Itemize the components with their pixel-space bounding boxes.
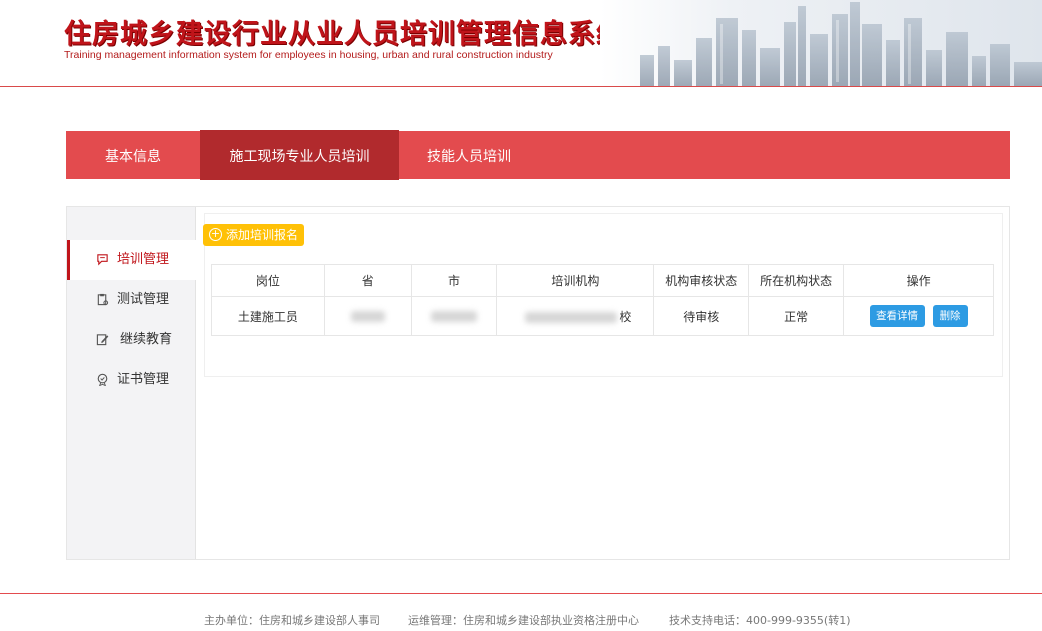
add-training-registration-button[interactable]: + 添加培训报名 (203, 224, 304, 246)
main-tab-bar: 基本信息 施工现场专业人员培训 技能人员培训 (66, 130, 1010, 180)
cell-audit-status: 待审核 (653, 296, 750, 336)
clipboard-icon (97, 293, 109, 306)
sidebar-item-label: 培训管理 (117, 252, 170, 267)
cell-institution: 校 (496, 296, 655, 336)
training-table: 岗位 省 市 培训机构 机构审核状态 所在机构状态 操作 土建施工员 校 待审核… (211, 264, 994, 336)
sidebar-item-certificate-management[interactable]: 证书管理 (67, 360, 196, 400)
sidebar-item-label: 继续教育 (120, 332, 173, 347)
institution-suffix: 校 (619, 309, 632, 324)
sidebar-item-label: 测试管理 (117, 292, 170, 307)
table-row: 土建施工员 校 待审核 正常 查看详情 删除 (211, 296, 994, 336)
tab-skill-training[interactable]: 技能人员培训 (399, 131, 539, 179)
column-header-institution: 培训机构 (496, 264, 655, 297)
certificate-icon (97, 373, 108, 386)
site-subtitle-en: Training management information system f… (64, 49, 553, 61)
view-details-button[interactable]: 查看详情 (869, 305, 925, 327)
cell-province (323, 296, 412, 336)
site-title: 住房城乡建设行业从业人员培训管理信息系统 (64, 19, 624, 50)
cell-institution-status: 正常 (748, 296, 845, 336)
header-divider (0, 86, 1042, 87)
add-button-label: 添加培训报名 (226, 228, 299, 242)
column-header-city: 市 (410, 264, 498, 297)
footer-divider (0, 593, 1042, 594)
footer-host-unit: 主办单位：住房和城乡建设部人事司 (204, 614, 380, 627)
sidebar-item-continuing-education[interactable]: 继续教育 (67, 320, 196, 360)
redacted-text (431, 311, 478, 322)
column-header-actions: 操作 (843, 264, 994, 297)
column-header-position: 岗位 (211, 264, 325, 297)
tab-basic-info[interactable]: 基本信息 (66, 131, 200, 179)
site-footer: 主办单位：住房和城乡建设部人事司 运维管理：住房和城乡建设部执业资格注册中心 技… (0, 612, 1042, 631)
table-header-row: 岗位 省 市 培训机构 机构审核状态 所在机构状态 操作 (211, 264, 994, 297)
site-header: 住房城乡建设行业从业人员培训管理信息系统 Training management… (0, 0, 1042, 86)
column-header-institution-status: 所在机构状态 (748, 264, 845, 297)
redacted-text (525, 311, 618, 323)
sidebar: 培训管理 测试管理 继续教育 证书管理 (67, 207, 196, 559)
main-panel: 培训管理 测试管理 继续教育 证书管理 + 添加培训报名 岗位 省 市 培训机构… (66, 206, 1010, 560)
sidebar-item-label: 证书管理 (117, 372, 170, 387)
footer-operations: 运维管理：住房和城乡建设部执业资格注册中心 (408, 614, 639, 627)
column-header-audit-status: 机构审核状态 (653, 264, 750, 297)
delete-button[interactable]: 删除 (932, 305, 968, 327)
redacted-text (350, 311, 385, 322)
column-header-province: 省 (323, 264, 412, 297)
sidebar-item-test-management[interactable]: 测试管理 (67, 280, 196, 320)
plus-icon: + (209, 227, 222, 241)
chat-icon (97, 254, 108, 266)
sidebar-item-training-management[interactable]: 培训管理 (67, 240, 196, 280)
cell-actions: 查看详情 删除 (843, 296, 994, 336)
footer-support-phone: 技术支持电话：400-999-9355(转1) (669, 614, 851, 627)
tab-site-professional-training[interactable]: 施工现场专业人员培训 (200, 130, 399, 180)
cell-city (410, 296, 498, 336)
city-skyline-image (600, 0, 1042, 86)
edit-icon (96, 334, 109, 346)
cell-position: 土建施工员 (211, 296, 325, 336)
